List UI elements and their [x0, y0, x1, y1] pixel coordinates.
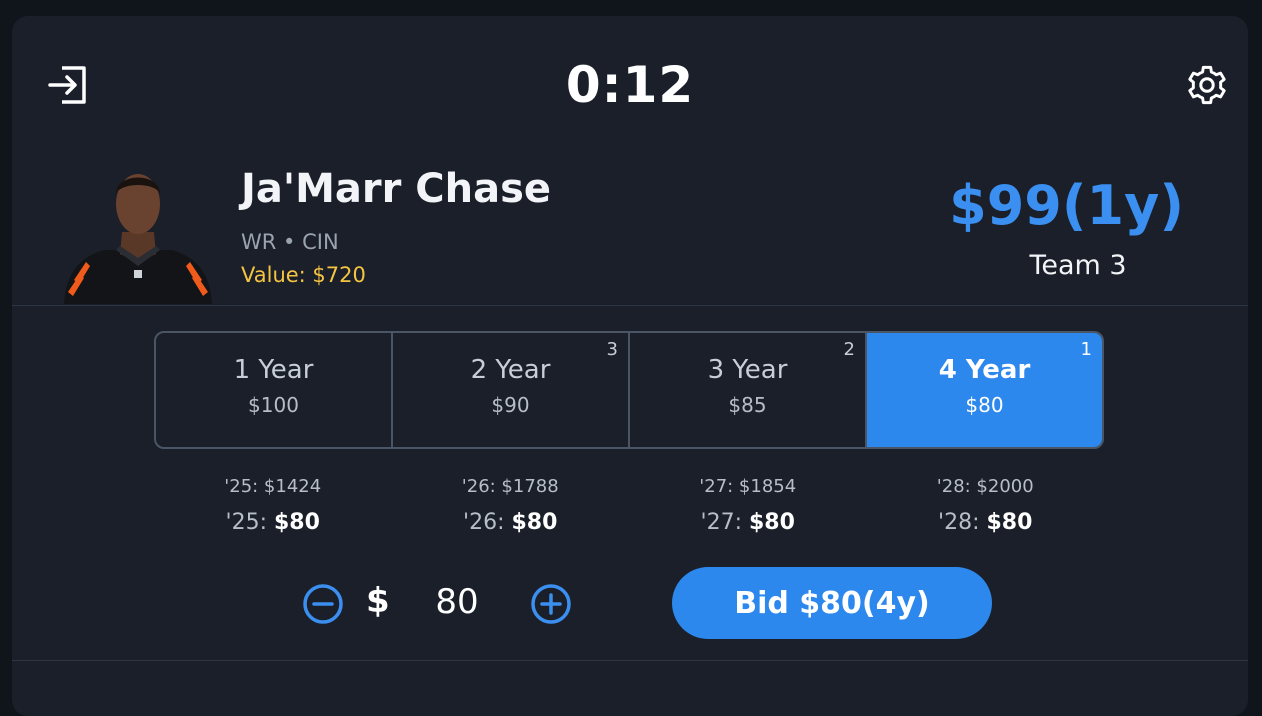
term-label: 3 Year — [707, 355, 788, 385]
yearly-projections: '25: $1424 '25: $80 '26: $1788 '26: $80 … — [154, 476, 1104, 535]
section-divider — [12, 305, 1248, 306]
current-high-bid: $99(1y) — [949, 174, 1184, 237]
term-price: $80 — [965, 393, 1004, 417]
currency-symbol: $ — [366, 581, 390, 621]
term-label: 1 Year — [233, 355, 314, 385]
term-rank: 3 — [606, 339, 618, 360]
yearly-bid: '28: $80 — [867, 510, 1105, 535]
yearly-bid-year: '25: — [225, 510, 274, 535]
yearly-bid: '27: $80 — [629, 510, 867, 535]
yearly-bid-amount: $80 — [511, 510, 558, 535]
current-high-bidder: Team 3 — [1029, 250, 1127, 281]
plus-circle-icon — [531, 584, 571, 624]
player-name: Ja'Marr Chase — [241, 166, 552, 212]
yearly-bid-year: '27: — [700, 510, 749, 535]
minus-circle-icon — [303, 584, 343, 624]
term-rank: 1 — [1080, 339, 1092, 360]
term-label: 2 Year — [470, 355, 551, 385]
yearly-bid: '25: $80 — [154, 510, 392, 535]
projection-year-27: '27: $1854 '27: $80 — [629, 476, 867, 535]
projected-value: '27: $1854 — [699, 476, 797, 497]
projection-year-25: '25: $1424 '25: $80 — [154, 476, 392, 535]
increase-bid-button[interactable] — [530, 583, 572, 625]
submit-bid-button[interactable]: Bid $80(4y) — [672, 567, 992, 639]
term-price: $85 — [728, 393, 767, 417]
projected-value: '28: $2000 — [936, 476, 1034, 497]
term-option-3-year[interactable]: 2 3 Year $85 — [630, 333, 867, 447]
term-price: $100 — [248, 393, 299, 417]
term-option-1-year[interactable]: 1 Year $100 — [156, 333, 393, 447]
term-price: $90 — [491, 393, 530, 417]
yearly-bid-year: '28: — [938, 510, 987, 535]
countdown-timer: 0:12 — [565, 56, 695, 114]
projection-year-28: '28: $2000 '28: $80 — [867, 476, 1105, 535]
contract-length-selector: 1 Year $100 3 2 Year $90 2 3 Year $85 1 … — [154, 331, 1104, 449]
yearly-bid: '26: $80 — [392, 510, 630, 535]
player-photo — [60, 162, 216, 304]
bid-amount-input[interactable] — [407, 580, 507, 624]
projected-value: '26: $1788 — [461, 476, 559, 497]
yearly-bid-amount: $80 — [274, 510, 320, 535]
projection-year-26: '26: $1788 '26: $80 — [392, 476, 630, 535]
gear-icon — [1188, 65, 1226, 105]
yearly-bid-year: '26: — [463, 510, 512, 535]
projected-value: '25: $1424 — [224, 476, 322, 497]
settings-button[interactable] — [1185, 63, 1229, 107]
term-option-4-year[interactable]: 1 4 Year $80 — [867, 333, 1102, 447]
term-rank: 2 — [843, 339, 855, 360]
bottom-divider — [12, 660, 1248, 661]
auction-panel: 0:12 Ja'Marr Chase WR • CIN Value: $720 … — [12, 16, 1248, 716]
term-label: 4 Year — [938, 355, 1031, 385]
player-value: Value: $720 — [241, 263, 366, 287]
term-option-2-year[interactable]: 3 2 Year $90 — [393, 333, 630, 447]
decrease-bid-button[interactable] — [302, 583, 344, 625]
player-headshot — [64, 174, 212, 304]
yearly-bid-amount: $80 — [986, 510, 1033, 535]
player-position-team: WR • CIN — [241, 230, 339, 254]
yearly-bid-amount: $80 — [749, 510, 795, 535]
